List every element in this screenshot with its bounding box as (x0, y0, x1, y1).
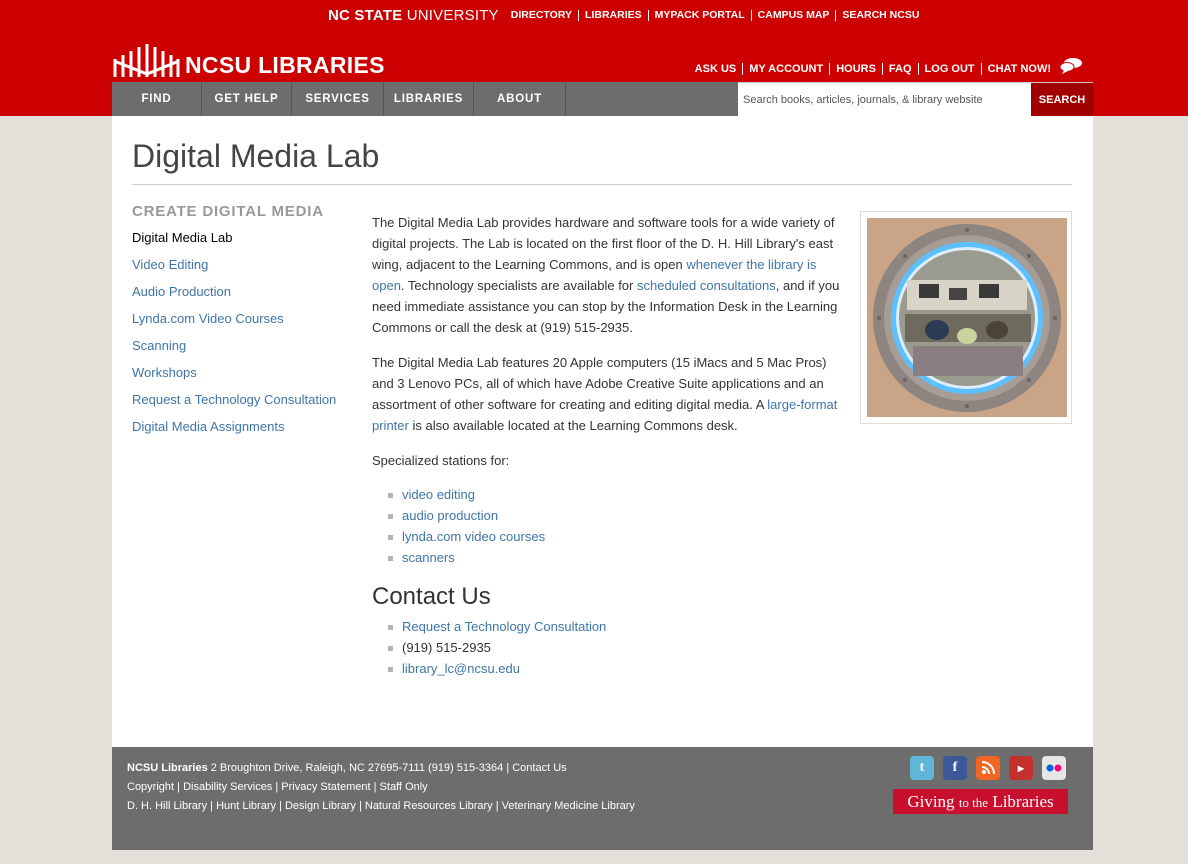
nc-state-logo[interactable]: NC STATE UNIVERSITY (328, 7, 499, 24)
footer-copyright-link[interactable]: Copyright (127, 781, 174, 793)
twitter-icon[interactable]: t (910, 756, 934, 780)
nav-services[interactable]: SERVICES (292, 82, 384, 116)
site-header: NC STATE UNIVERSITY DIRECTORY LIBRARIES … (0, 0, 1188, 116)
univ-link-directory[interactable]: DIRECTORY (511, 9, 578, 21)
search-button[interactable]: SEARCH (1031, 83, 1093, 116)
sidebar-item-lynda-courses[interactable]: Lynda.com Video Courses (132, 311, 352, 326)
title-divider (132, 184, 1072, 185)
list-item: scanners (388, 547, 847, 568)
contact-phone: (919) 515-2935 (388, 637, 847, 658)
univ-link-libraries[interactable]: LIBRARIES (578, 9, 648, 21)
facebook-icon[interactable]: f (943, 756, 967, 780)
univ-link-campus-map[interactable]: CAMPUS MAP (750, 9, 836, 21)
footer-org-name: NCSU Libraries (127, 762, 208, 774)
nav-libraries[interactable]: LIBRARIES (384, 82, 474, 116)
list-item: Request a Technology Consultation (388, 616, 847, 637)
footer-hunt-link[interactable]: Hunt Library (216, 800, 276, 812)
page-title: Digital Media Lab (132, 138, 380, 174)
rss-icon[interactable] (976, 756, 1000, 780)
contact-heading: Contact Us (372, 583, 491, 610)
contact-list: Request a Technology Consultation (919) … (388, 616, 847, 679)
features-text: is also available located at the Learnin… (408, 418, 738, 433)
footer-staff-link[interactable]: Staff Only (380, 781, 428, 793)
logo-text: NCSU LIBRARIES (185, 52, 385, 78)
list-item: library_lc@ncsu.edu (388, 658, 847, 679)
footer-info: NCSU Libraries 2 Broughton Drive, Raleig… (127, 759, 635, 816)
ncsu-libraries-logo[interactable]: NCSU LIBRARIES (112, 41, 385, 78)
nav-find[interactable]: FIND (112, 82, 202, 116)
university-bar: NC STATE UNIVERSITY DIRECTORY LIBRARIES … (328, 7, 925, 24)
util-link-ask-us[interactable]: ASK US (689, 63, 743, 75)
nav-get-help[interactable]: GET HELP (202, 82, 292, 116)
sidebar: CREATE DIGITAL MEDIA Digital Media Lab V… (132, 203, 352, 446)
footer-policy-line: Copyright | Disability Services | Privac… (127, 781, 428, 793)
footer-address: 2 Broughton Drive, Raleigh, NC 27695-711… (207, 762, 513, 774)
list-item: lynda.com video courses (388, 526, 847, 547)
footer-contact-link[interactable]: Contact Us (512, 762, 566, 774)
main-content: The Digital Media Lab provides hardware … (372, 212, 847, 679)
sidebar-item-digital-media-assignments[interactable]: Digital Media Assignments (132, 419, 352, 434)
search-input[interactable] (738, 83, 1031, 116)
search-form: SEARCH (738, 82, 1093, 116)
footer-disability-link[interactable]: Disability Services (183, 781, 272, 793)
flickr-icon[interactable] (1042, 756, 1066, 780)
giving-to-libraries-button[interactable]: Giving to the Libraries (893, 789, 1068, 814)
sidebar-item-request-consultation[interactable]: Request a Technology Consultation (132, 392, 352, 407)
sidebar-heading: CREATE DIGITAL MEDIA (132, 203, 324, 220)
sidebar-item-digital-media-lab[interactable]: Digital Media Lab (132, 230, 352, 245)
stations-intro: Specialized stations for: (372, 453, 510, 468)
libraries-logo-icon (113, 44, 180, 77)
univ-link-mypack-portal[interactable]: MYPACK PORTAL (647, 9, 751, 21)
list-item: audio production (388, 505, 847, 526)
footer-natural-resources-link[interactable]: Natural Resources Library (365, 800, 493, 812)
nav-about[interactable]: ABOUT (474, 82, 566, 116)
youtube-icon[interactable]: ▶ (1009, 756, 1033, 780)
footer-privacy-link[interactable]: Privacy Statement (281, 781, 370, 793)
footer-vet-med-link[interactable]: Veterinary Medicine Library (502, 800, 635, 812)
sidebar-item-video-editing[interactable]: Video Editing (132, 257, 352, 272)
footer-address-line: NCSU Libraries 2 Broughton Drive, Raleig… (127, 759, 635, 778)
list-item: video editing (388, 484, 847, 505)
station-link-audio-production[interactable]: audio production (402, 508, 498, 523)
sidebar-item-audio-production[interactable]: Audio Production (132, 284, 352, 299)
contact-consultation-link[interactable]: Request a Technology Consultation (402, 619, 606, 634)
util-link-log-out[interactable]: LOG OUT (917, 63, 981, 75)
univ-link-search-ncsu[interactable]: SEARCH NCSU (835, 9, 925, 21)
features-text: The Digital Media Lab features 20 Apple … (372, 355, 827, 412)
station-link-scanners[interactable]: scanners (402, 550, 455, 565)
util-link-faq[interactable]: FAQ (881, 63, 918, 75)
station-link-video-editing[interactable]: video editing (402, 487, 475, 502)
sidebar-item-workshops[interactable]: Workshops (132, 365, 352, 380)
stations-list: video editing audio production lynda.com… (388, 484, 847, 568)
content-panel: Digital Media Lab CREATE DIGITAL MEDIA D… (112, 116, 1093, 747)
util-link-hours[interactable]: HOURS (829, 63, 882, 75)
scheduled-consultations-link[interactable]: scheduled consultations (637, 278, 776, 293)
contact-email-link[interactable]: library_lc@ncsu.edu (402, 661, 520, 676)
lab-photo-frame (860, 211, 1072, 424)
social-links: t f ▶ (910, 756, 1075, 780)
util-link-my-account[interactable]: MY ACCOUNT (742, 63, 829, 75)
footer-libraries-line: D. H. Hill Library | Hunt Library | Desi… (127, 800, 635, 812)
utility-nav: ASK US MY ACCOUNT HOURS FAQ LOG OUT CHAT… (689, 58, 1083, 75)
footer-dh-hill-link[interactable]: D. H. Hill Library (127, 800, 207, 812)
station-link-lynda-courses[interactable]: lynda.com video courses (402, 529, 545, 544)
footer-design-link[interactable]: Design Library (285, 800, 356, 812)
site-footer: NCSU Libraries 2 Broughton Drive, Raleig… (112, 747, 1093, 850)
lab-photo (867, 218, 1067, 417)
sidebar-item-scanning[interactable]: Scanning (132, 338, 352, 353)
intro-paragraph: The Digital Media Lab provides hardware … (372, 212, 847, 338)
features-paragraph: The Digital Media Lab features 20 Apple … (372, 352, 847, 436)
intro-text: . Technology specialists are available f… (400, 278, 637, 293)
main-nav: FIND GET HELP SERVICES LIBRARIES ABOUT S… (112, 82, 1093, 116)
chat-bubble-icon[interactable] (1059, 57, 1083, 75)
util-link-chat-now[interactable]: CHAT NOW! (980, 63, 1057, 75)
